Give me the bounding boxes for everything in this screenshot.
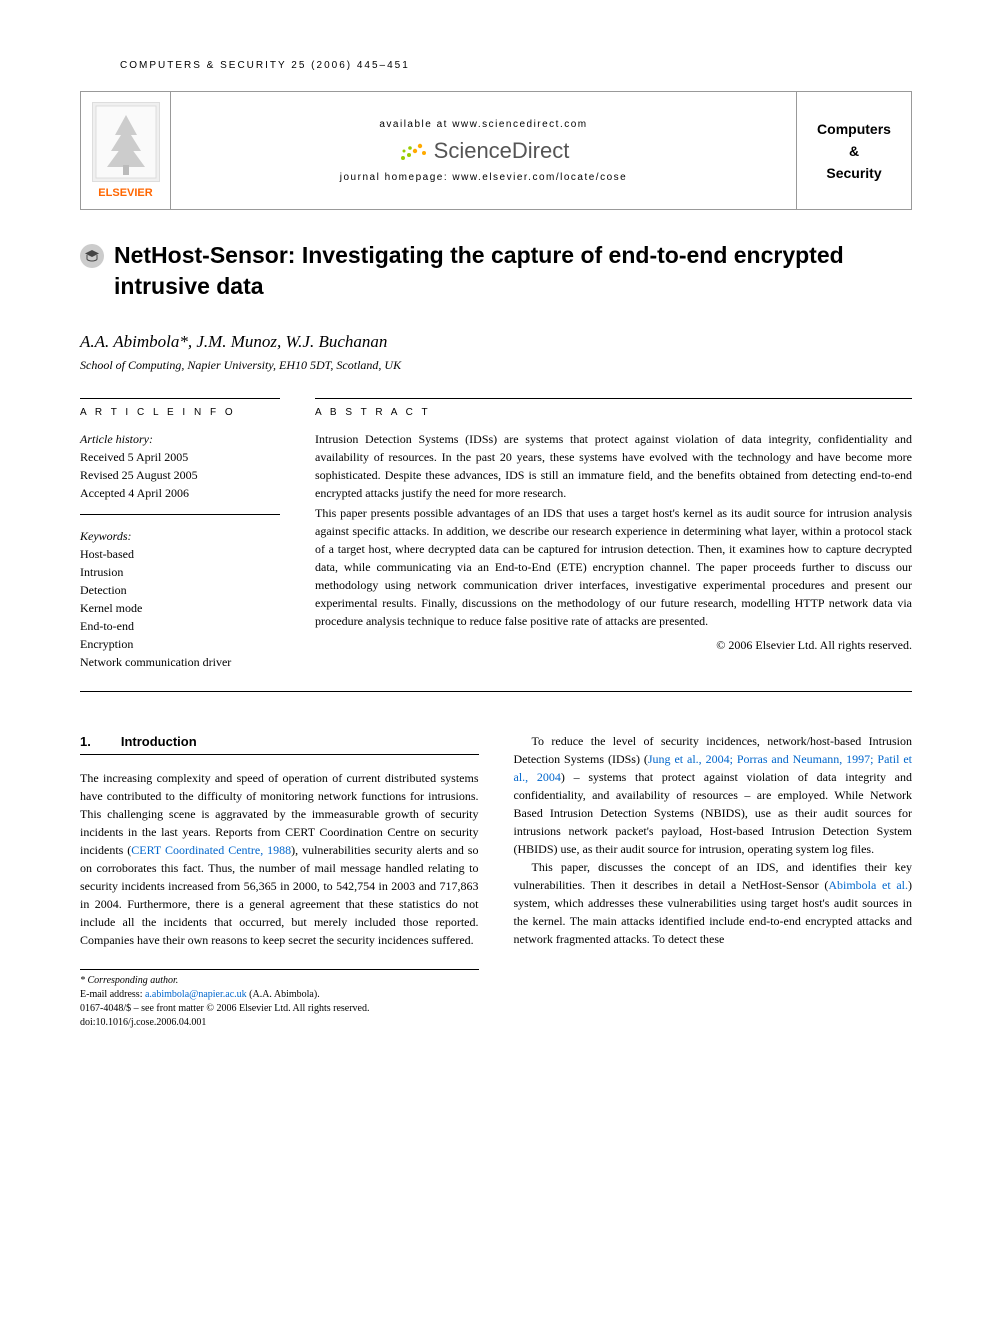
doi-line: doi:10.1016/j.cose.2006.04.001 xyxy=(80,1016,479,1030)
journal-name-cell: Computers & Security xyxy=(796,92,911,209)
running-head: COMPUTERS & SECURITY 25 (2006) 445–451 xyxy=(120,60,912,71)
keywords-block: Keywords: Host-based Intrusion Detection… xyxy=(80,527,280,671)
history-accepted: Accepted 4 April 2006 xyxy=(80,484,280,502)
body-paragraph: This paper, discusses the concept of an … xyxy=(514,858,913,948)
body-column-right: To reduce the level of security incidenc… xyxy=(514,732,913,949)
journal-name-line2: Security xyxy=(826,165,881,181)
history-received: Received 5 April 2005 xyxy=(80,448,280,466)
body-paragraph: The increasing complexity and speed of o… xyxy=(80,769,479,949)
keyword-item: Intrusion xyxy=(80,563,280,581)
corresponding-author-note: * Corresponding author. xyxy=(80,974,479,988)
body-columns: 1. Introduction The increasing complexity… xyxy=(80,732,912,949)
paper-title: NetHost-Sensor: Investigating the captur… xyxy=(114,240,912,302)
graduation-cap-icon xyxy=(80,244,104,268)
article-info-label: A R T I C L E I N F O xyxy=(80,398,280,418)
keyword-item: Kernel mode xyxy=(80,599,280,617)
publisher-cell: ELSEVIER xyxy=(81,92,171,209)
history-label: Article history: xyxy=(80,430,280,448)
elsevier-tree-icon xyxy=(92,102,160,182)
keyword-item: Host-based xyxy=(80,545,280,563)
keyword-item: Network communication driver xyxy=(80,653,280,671)
affiliation-line: School of Computing, Napier University, … xyxy=(80,358,912,373)
front-matter-line: 0167-4048/$ – see front matter © 2006 El… xyxy=(80,1002,479,1016)
info-abstract-row: A R T I C L E I N F O Article history: R… xyxy=(80,398,912,692)
history-revised: Revised 25 August 2005 xyxy=(80,466,280,484)
sciencedirect-logo: ScienceDirect xyxy=(398,138,570,164)
body-paragraph: To reduce the level of security incidenc… xyxy=(514,732,913,858)
article-history: Article history: Received 5 April 2005 R… xyxy=(80,430,280,515)
citation-link[interactable]: Abimbola et al. xyxy=(828,878,908,892)
authors-line: A.A. Abimbola*, J.M. Munoz, W.J. Buchana… xyxy=(80,332,912,352)
email-link[interactable]: a.abimbola@napier.ac.uk xyxy=(145,989,247,1000)
journal-name-amp: & xyxy=(849,143,859,159)
keyword-item: Detection xyxy=(80,581,280,599)
available-at-text: available at www.sciencedirect.com xyxy=(379,119,587,130)
section-heading: 1. Introduction xyxy=(80,732,479,755)
abstract-text: Intrusion Detection Systems (IDSs) are s… xyxy=(315,430,912,654)
journal-homepage-text: journal homepage: www.elsevier.com/locat… xyxy=(340,172,627,183)
sciencedirect-text: ScienceDirect xyxy=(434,138,570,164)
publisher-label: ELSEVIER xyxy=(98,187,152,199)
sciencedirect-dots-icon xyxy=(398,139,428,163)
sciencedirect-cell: available at www.sciencedirect.com Scien… xyxy=(171,92,796,209)
footnote-block: * Corresponding author. E-mail address: … xyxy=(80,969,479,1030)
abstract-p2: This paper presents possible advantages … xyxy=(315,504,912,630)
abstract-copyright: © 2006 Elsevier Ltd. All rights reserved… xyxy=(315,636,912,654)
section-title: Introduction xyxy=(121,734,197,749)
keyword-item: Encryption xyxy=(80,635,280,653)
abstract-column: A B S T R A C T Intrusion Detection Syst… xyxy=(315,398,912,671)
title-block: NetHost-Sensor: Investigating the captur… xyxy=(80,240,912,302)
keyword-item: End-to-end xyxy=(80,617,280,635)
email-line: E-mail address: a.abimbola@napier.ac.uk … xyxy=(80,988,479,1002)
keywords-label: Keywords: xyxy=(80,527,280,545)
journal-name-line1: Computers xyxy=(817,121,891,137)
body-column-left: 1. Introduction The increasing complexity… xyxy=(80,732,479,949)
abstract-label: A B S T R A C T xyxy=(315,398,912,418)
journal-header-box: ELSEVIER available at www.sciencedirect.… xyxy=(80,91,912,210)
article-info-column: A R T I C L E I N F O Article history: R… xyxy=(80,398,280,671)
citation-link[interactable]: CERT Coordinated Centre, 1988 xyxy=(131,843,291,857)
abstract-p1: Intrusion Detection Systems (IDSs) are s… xyxy=(315,430,912,502)
section-number: 1. xyxy=(80,734,91,749)
